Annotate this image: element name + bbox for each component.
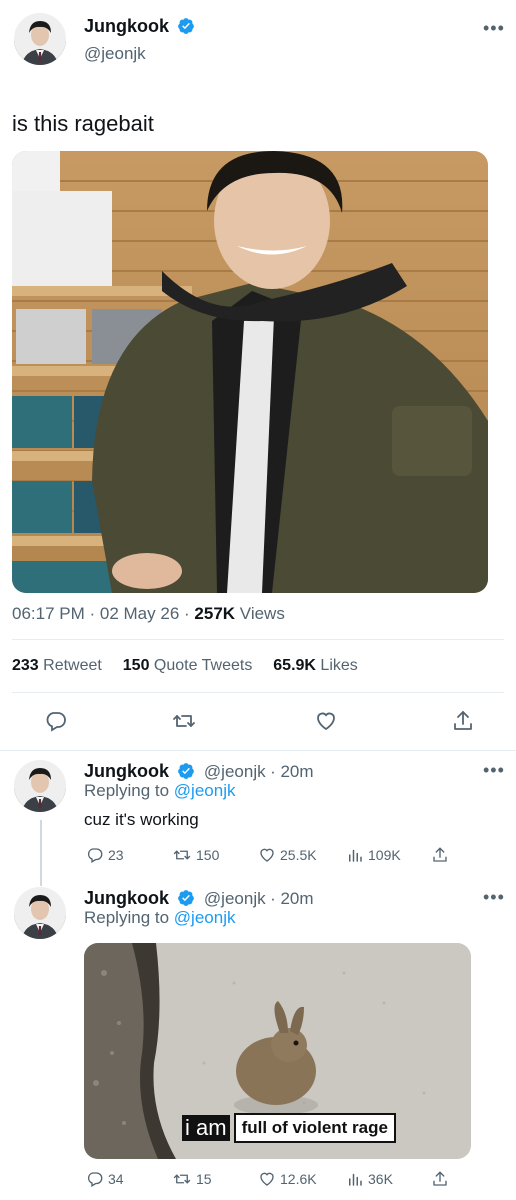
retweet-count: 15 [196, 1171, 212, 1187]
reply-icon [87, 848, 103, 863]
reply-time[interactable]: · 20m [270, 889, 313, 908]
views-button[interactable]: 109K [346, 846, 401, 864]
retweets-stat[interactable]: 233 Retweet [12, 657, 106, 674]
likes-label: Likes [320, 657, 358, 674]
replying-to-handle[interactable]: @jeonjk [174, 908, 236, 927]
verified-badge-icon [178, 763, 195, 779]
likes-count: 65.9K [273, 657, 316, 674]
views-chart-icon [349, 849, 362, 862]
divider [0, 750, 516, 751]
author-name[interactable]: Jungkook [84, 16, 169, 36]
more-dots-icon[interactable]: ••• [483, 18, 505, 39]
more-dots-icon[interactable]: ••• [483, 760, 505, 781]
replying-to-prefix: Replying to [84, 781, 170, 800]
avatar-image [14, 13, 66, 65]
meme-caption-part2: full of violent rage [233, 1113, 396, 1143]
heart-icon [260, 848, 274, 862]
share-icon [454, 711, 472, 730]
reply-text: cuz it's working [84, 810, 199, 829]
reply-author-handle[interactable]: @jeonjk [204, 762, 266, 781]
retweet-button[interactable]: 15 [172, 1170, 212, 1188]
views-label: Views [239, 604, 285, 623]
tweet-date[interactable]: 02 May 26 [100, 604, 179, 623]
author-avatar[interactable] [14, 13, 66, 65]
reply-author-handle[interactable]: @jeonjk [204, 889, 266, 908]
reply-count: 23 [108, 847, 124, 863]
replying-to-handle[interactable]: @jeonjk [174, 781, 236, 800]
likes-stat[interactable]: 65.9K Likes [273, 657, 358, 674]
share-button[interactable] [431, 846, 449, 864]
retweet-icon [173, 715, 195, 727]
tweet-time[interactable]: 06:17 PM [12, 604, 85, 623]
like-button[interactable]: 25.5K [258, 846, 317, 864]
reply-icon [87, 1172, 103, 1187]
more-dots-icon[interactable]: ••• [483, 887, 505, 908]
like-button[interactable]: 12.6K [258, 1170, 317, 1188]
reply-author-name[interactable]: Jungkook [84, 761, 169, 781]
reply-avatar[interactable] [14, 887, 66, 939]
like-button[interactable] [314, 709, 338, 733]
avatar-image [14, 887, 66, 939]
replying-to: Replying to @jeonjk [84, 908, 235, 928]
retweet-icon [173, 850, 191, 860]
retweet-button[interactable]: 150 [172, 846, 219, 864]
reply-icon [46, 712, 66, 732]
author-handle[interactable]: @jeonjk [84, 44, 146, 64]
verified-badge-icon [178, 890, 195, 906]
meme-caption: i am full of violent rage [182, 1113, 396, 1143]
avatar-image [14, 760, 66, 812]
reply-button[interactable] [44, 709, 68, 733]
tweet-meta: 06:17 PM · 02 May 26 · 257K Views [12, 604, 285, 623]
replying-to-prefix: Replying to [84, 908, 170, 927]
like-count: 12.6K [280, 1171, 317, 1187]
quotes-count: 150 [122, 657, 150, 674]
engagement-stats: 233 Retweet 150 Quote Tweets 65.9K Likes [12, 657, 358, 675]
retweet-button[interactable] [172, 709, 196, 733]
verified-badge-icon [178, 18, 195, 34]
share-icon [433, 847, 447, 862]
retweets-label: Retweet [43, 657, 102, 674]
reply-media[interactable]: i am full of violent rage [84, 943, 471, 1159]
tweet-photo[interactable] [12, 151, 488, 593]
reply-time[interactable]: · 20m [270, 762, 313, 781]
reply-avatar[interactable] [14, 760, 66, 812]
like-count: 25.5K [280, 847, 317, 863]
tweet-photo-image [12, 151, 488, 593]
divider [12, 692, 504, 693]
tweet-text: is this ragebait [12, 111, 154, 136]
retweet-icon [173, 1174, 191, 1184]
reply-button[interactable]: 34 [86, 1170, 124, 1188]
view-count: 109K [368, 847, 401, 863]
views-chart-icon [349, 1173, 362, 1186]
thread-line [40, 820, 42, 886]
meme-caption-part1: i am [182, 1115, 230, 1141]
quotes-stat[interactable]: 150 Quote Tweets [123, 657, 257, 674]
views-count: 257K [194, 604, 236, 623]
reply-count: 34 [108, 1171, 124, 1187]
heart-icon [260, 1172, 274, 1186]
retweets-count: 233 [12, 657, 39, 674]
replying-to: Replying to @jeonjk [84, 781, 235, 801]
share-button[interactable] [451, 709, 475, 733]
view-count: 36K [368, 1171, 393, 1187]
reply-author-name[interactable]: Jungkook [84, 888, 169, 908]
author-name-row: Jungkook [84, 15, 195, 39]
views-button[interactable]: 36K [346, 1170, 393, 1188]
quotes-label: Quote Tweets [153, 657, 253, 674]
reply-button[interactable]: 23 [86, 846, 124, 864]
heart-icon [317, 712, 335, 731]
share-icon [433, 1171, 447, 1186]
retweet-count: 150 [196, 847, 220, 863]
share-button[interactable] [431, 1170, 449, 1188]
divider [12, 639, 504, 640]
